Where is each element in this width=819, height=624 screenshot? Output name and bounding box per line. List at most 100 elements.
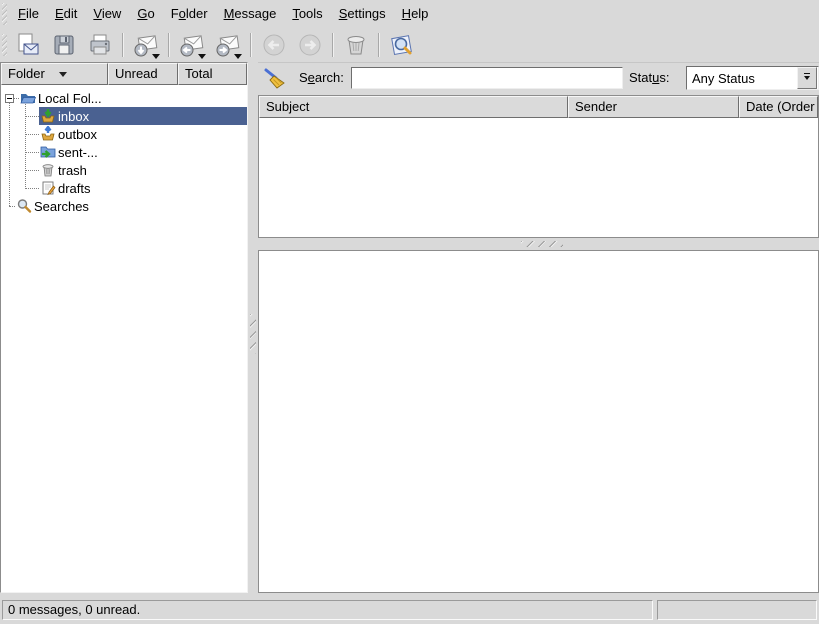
column-label: Folder	[8, 64, 45, 84]
trash-folder-icon	[40, 162, 56, 178]
menu-help[interactable]: Help	[394, 2, 437, 26]
folder-row-local-folders[interactable]: Local Fol...	[1, 89, 247, 107]
status-dropdown-button[interactable]	[797, 67, 817, 89]
search-label: Search:	[299, 70, 344, 85]
back-icon	[261, 32, 287, 58]
folder-row-searches[interactable]: Searches	[1, 197, 247, 215]
status-dropdown[interactable]: Any Status	[686, 66, 819, 90]
toolbar-separator	[332, 33, 334, 57]
dropdown-arrow-icon	[198, 54, 206, 59]
reply-button[interactable]	[175, 29, 209, 61]
folder-label: Searches	[34, 199, 89, 214]
folder-label: drafts	[58, 181, 91, 196]
column-header-date[interactable]: Date (Order o	[739, 96, 818, 118]
horizontal-splitter[interactable]	[258, 238, 819, 250]
check-mail-button[interactable]	[129, 29, 163, 61]
inbox-icon	[40, 108, 56, 124]
back-button[interactable]	[257, 29, 291, 61]
print-icon	[87, 32, 113, 58]
folder-label: Local Fol...	[38, 91, 102, 106]
menu-edit[interactable]: Edit	[47, 2, 85, 26]
trash-icon	[343, 32, 369, 58]
tree-stub	[25, 152, 39, 153]
search-input[interactable]	[351, 67, 623, 89]
column-header-unread[interactable]: Unread	[108, 63, 178, 85]
sent-folder-icon	[40, 144, 56, 160]
tree-stub	[25, 116, 39, 117]
menu-message[interactable]: Message	[216, 2, 285, 26]
message-preview-pane[interactable]	[258, 250, 819, 593]
menu-folder[interactable]: Folder	[163, 2, 216, 26]
status-dropdown-value: Any Status	[687, 71, 797, 86]
toolbar-separator	[168, 33, 170, 57]
folder-tree: Local Fol... inbox outbox	[1, 85, 247, 215]
message-list-body[interactable]	[259, 118, 818, 237]
collapse-expander-icon[interactable]	[5, 94, 14, 103]
folder-label: sent-...	[58, 145, 98, 160]
folder-label: inbox	[58, 109, 89, 124]
status-progress-section	[657, 600, 817, 620]
folder-open-icon	[20, 90, 36, 106]
forward-icon	[297, 32, 323, 58]
search-doc-icon	[389, 32, 415, 58]
column-header-total[interactable]: Total	[178, 63, 247, 85]
trash-button[interactable]	[339, 29, 373, 61]
main-toolbar	[0, 28, 819, 63]
tree-stub	[25, 170, 39, 171]
new-message-button[interactable]	[11, 29, 45, 61]
folder-row-inbox[interactable]: inbox	[1, 107, 247, 125]
toolbar-drag-handle[interactable]	[2, 34, 7, 56]
column-label: Total	[185, 64, 212, 84]
vertical-splitter[interactable]	[248, 62, 258, 593]
toolbar-separator	[250, 33, 252, 57]
folder-row-trash[interactable]: trash	[1, 161, 247, 179]
search-folder-icon	[16, 198, 32, 214]
forward-nav-button[interactable]	[293, 29, 327, 61]
message-list-panel: Subject Sender Date (Order o	[258, 95, 819, 238]
toolbar-separator	[378, 33, 380, 57]
folder-row-outbox[interactable]: outbox	[1, 125, 247, 143]
column-label: Sender	[575, 97, 617, 117]
status-label: Status:	[629, 70, 669, 85]
save-button[interactable]	[47, 29, 81, 61]
status-message: 0 messages, 0 unread.	[2, 600, 653, 620]
kmail-window: { "colors": { "selection_bg": "#4a6191",…	[0, 0, 819, 624]
print-button[interactable]	[83, 29, 117, 61]
toolbar-separator	[122, 33, 124, 57]
folder-label: outbox	[58, 127, 97, 142]
folder-row-sent-mail[interactable]: sent-...	[1, 143, 247, 161]
status-bar: 0 messages, 0 unread.	[0, 598, 819, 624]
menu-file[interactable]: File	[10, 2, 47, 26]
column-label: Unread	[115, 64, 158, 84]
forward-button[interactable]	[211, 29, 245, 61]
broom-clear-icon	[263, 67, 287, 91]
splitter-grip	[521, 241, 563, 247]
menu-bar: File Edit View Go Folder Message Tools S…	[0, 0, 819, 29]
outbox-icon	[40, 126, 56, 142]
message-list-header: Subject Sender Date (Order o	[259, 96, 818, 118]
dropdown-arrow-icon	[234, 54, 242, 59]
clear-search-button[interactable]	[261, 65, 289, 92]
folder-row-drafts[interactable]: drafts	[1, 179, 247, 197]
splitter-grip	[250, 314, 256, 354]
folder-list-header: Folder Unread Total	[1, 63, 247, 85]
dropdown-arrow-icon	[152, 54, 160, 59]
find-messages-button[interactable]	[385, 29, 419, 61]
column-header-folder[interactable]: Folder	[1, 63, 108, 85]
drafts-icon	[40, 180, 56, 196]
chevron-down-icon	[804, 76, 810, 80]
menu-go[interactable]: Go	[129, 2, 162, 26]
tree-stub	[25, 134, 39, 135]
sort-descending-icon	[59, 72, 67, 77]
tree-stub	[25, 188, 39, 189]
menu-view[interactable]: View	[85, 2, 129, 26]
folder-list-panel: Folder Unread Total Local Fol...	[0, 62, 248, 593]
menu-tools[interactable]: Tools	[284, 2, 330, 26]
mail-new-icon	[15, 32, 41, 58]
column-header-sender[interactable]: Sender	[568, 96, 739, 118]
menubar-drag-handle[interactable]	[2, 3, 7, 25]
column-header-subject[interactable]: Subject	[259, 96, 568, 118]
menu-settings[interactable]: Settings	[331, 2, 394, 26]
column-label: Date (Order o	[746, 97, 818, 117]
quick-search-bar: Search: Status: Any Status	[258, 62, 819, 95]
